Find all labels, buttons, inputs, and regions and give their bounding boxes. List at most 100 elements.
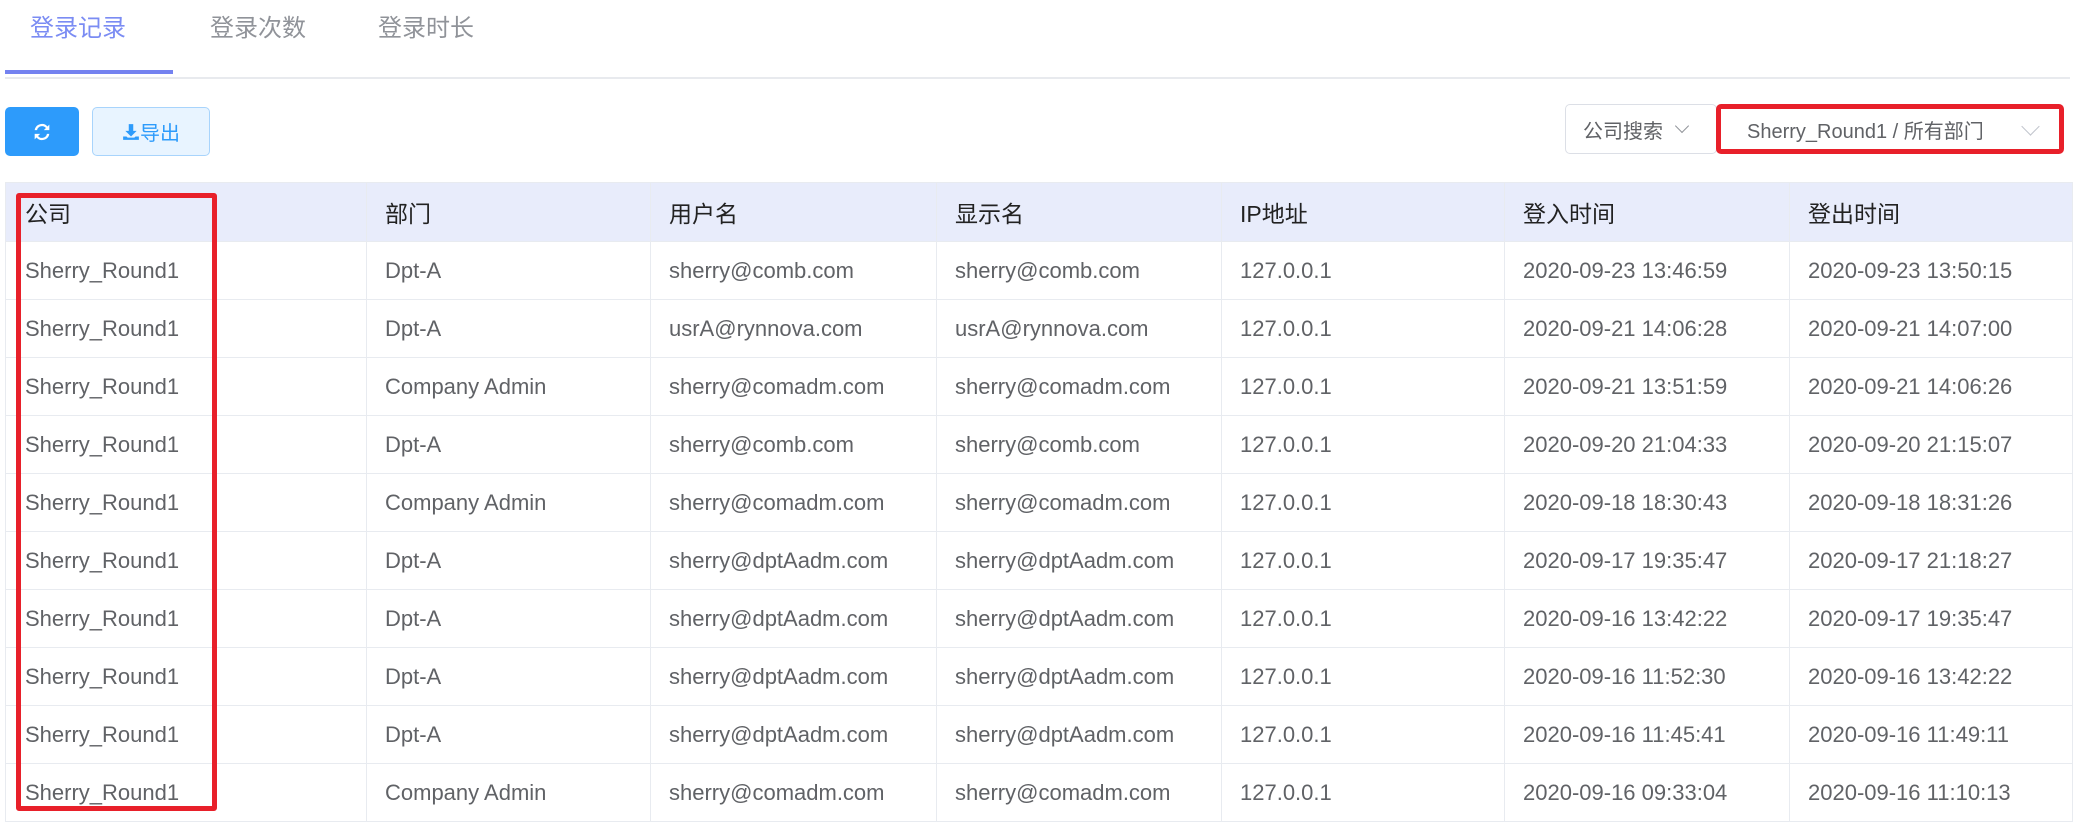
table-row[interactable]: Sherry_Round1 Dpt-A sherry@comb.com sherry@…	[5, 415, 2073, 474]
table-cell: 2020-09-18 18:30:43	[1504, 473, 1790, 532]
table-cell: sherry@dptAadm.com	[936, 705, 1222, 764]
table-cell: 2020-09-17 19:35:47	[1789, 589, 2073, 648]
table-cell: Sherry_Round1	[5, 763, 367, 822]
table-cell: 127.0.0.1	[1221, 531, 1505, 590]
export-button[interactable]: 导出	[92, 107, 210, 156]
table-cell: sherry@comadm.com	[936, 763, 1222, 822]
table-cell: sherry@comb.com	[936, 415, 1222, 474]
table-row[interactable]: Sherry_Round1 Company Admin sherry@comadm.…	[5, 763, 2073, 822]
table-cell: 127.0.0.1	[1221, 473, 1505, 532]
table-cell: Dpt-A	[366, 589, 651, 648]
tab-login-count[interactable]: 登录次数	[210, 8, 306, 43]
table-cell: 2020-09-20 21:04:33	[1504, 415, 1790, 474]
table-cell: 2020-09-20 21:15:07	[1789, 415, 2073, 474]
table-cell: 2020-09-16 11:52:30	[1504, 647, 1790, 706]
table-cell: 2020-09-21 13:51:59	[1504, 357, 1790, 416]
chevron-down-icon	[1674, 118, 1690, 134]
table-cell: 2020-09-23 13:50:15	[1789, 241, 2073, 300]
table-row[interactable]: Sherry_Round1 Company Admin sherry@comadm.…	[5, 473, 2073, 532]
table-cell: sherry@comb.com	[936, 241, 1222, 300]
chevron-down-icon	[2021, 116, 2040, 136]
table-cell: Sherry_Round1	[5, 647, 367, 706]
table-cell: sherry@comadm.com	[936, 357, 1222, 416]
table-cell: 127.0.0.1	[1221, 589, 1505, 648]
tab-login-duration[interactable]: 登录时长	[378, 8, 474, 43]
table-cell: usrA@rynnova.com	[936, 299, 1222, 358]
scope-value: Sherry_Round1 / 所有部门	[1747, 120, 1984, 143]
table-cell: Sherry_Round1	[5, 415, 367, 474]
table-cell: 2020-09-21 14:06:28	[1504, 299, 1790, 358]
table-cell: Dpt-A	[366, 241, 651, 300]
table-cell: Sherry_Round1	[5, 589, 367, 648]
table-row[interactable]: Sherry_Round1 Dpt-A sherry@dptAadm.com sher…	[5, 589, 2073, 648]
table-cell: 2020-09-17 21:18:27	[1789, 531, 2073, 590]
table-cell: sherry@comb.com	[650, 415, 937, 474]
active-tab-indicator	[5, 70, 173, 74]
table-cell: 127.0.0.1	[1221, 299, 1505, 358]
table-cell: 2020-09-16 13:42:22	[1789, 647, 2073, 706]
table-cell: sherry@dptAadm.com	[650, 589, 937, 648]
table-cell: Sherry_Round1	[5, 357, 367, 416]
refresh-icon	[34, 123, 50, 140]
table-cell: 127.0.0.1	[1221, 415, 1505, 474]
table-cell: 2020-09-21 14:06:26	[1789, 357, 2073, 416]
company-search-select[interactable]: 公司搜索	[1565, 104, 1717, 154]
table-cell: Dpt-A	[366, 299, 651, 358]
company-department-cascader[interactable]: Sherry_Round1 / 所有部门	[1716, 104, 2064, 154]
table-cell: Sherry_Round1	[5, 705, 367, 764]
column-header: IP地址	[1221, 182, 1505, 242]
table-cell: Company Admin	[366, 763, 651, 822]
table-cell: 127.0.0.1	[1221, 241, 1505, 300]
table-row[interactable]: Sherry_Round1 Dpt-A sherry@comb.com sherry@…	[5, 241, 2073, 300]
table-cell: 2020-09-16 13:42:22	[1504, 589, 1790, 648]
table-cell: Dpt-A	[366, 705, 651, 764]
table-cell: sherry@comadm.com	[650, 473, 937, 532]
table-cell: Sherry_Round1	[5, 299, 367, 358]
refresh-button[interactable]	[5, 107, 79, 156]
table-cell: Company Admin	[366, 357, 651, 416]
table-cell: 127.0.0.1	[1221, 647, 1505, 706]
table-cell: Sherry_Round1	[5, 241, 367, 300]
table-cell: Sherry_Round1	[5, 473, 367, 532]
table-cell: 2020-09-16 11:10:13	[1789, 763, 2073, 822]
table-row[interactable]: Sherry_Round1 Dpt-A sherry@dptAadm.com sher…	[5, 647, 2073, 706]
table-cell: sherry@comadm.com	[936, 473, 1222, 532]
table-cell: Dpt-A	[366, 531, 651, 590]
table-cell: sherry@comadm.com	[650, 357, 937, 416]
column-header: 部门	[366, 182, 651, 242]
table-cell: 127.0.0.1	[1221, 357, 1505, 416]
table-cell: 2020-09-17 19:35:47	[1504, 531, 1790, 590]
column-header: 显示名	[936, 182, 1222, 242]
tab-bar: 登录记录 登录次数 登录时长	[5, 0, 2070, 79]
table-cell: sherry@dptAadm.com	[936, 531, 1222, 590]
column-header: 用户名	[650, 182, 937, 242]
column-header: 公司	[5, 182, 367, 242]
table-header: 公司 部门 用户名 显示名 IP地址 登入时间 登出时间	[5, 182, 2073, 242]
export-label: 导出	[140, 123, 180, 145]
table-cell: 2020-09-21 14:07:00	[1789, 299, 2073, 358]
table-cell: sherry@dptAadm.com	[650, 647, 937, 706]
table-cell: 2020-09-16 11:45:41	[1504, 705, 1790, 764]
table-cell: 127.0.0.1	[1221, 763, 1505, 822]
table-cell: Dpt-A	[366, 415, 651, 474]
table-row[interactable]: Sherry_Round1 Dpt-A sherry@dptAadm.com sher…	[5, 705, 2073, 764]
table-cell: sherry@comb.com	[650, 241, 937, 300]
table-cell: 127.0.0.1	[1221, 705, 1505, 764]
tab-login-records[interactable]: 登录记录	[30, 8, 126, 43]
table-cell: 2020-09-18 18:31:26	[1789, 473, 2073, 532]
table-cell: 2020-09-16 11:49:11	[1789, 705, 2073, 764]
table-row[interactable]: Sherry_Round1 Dpt-A usrA@rynnova.com usrA@r…	[5, 299, 2073, 358]
table-cell: sherry@dptAadm.com	[936, 647, 1222, 706]
table-row[interactable]: Sherry_Round1 Company Admin sherry@comadm.…	[5, 357, 2073, 416]
table-cell: Company Admin	[366, 473, 651, 532]
table-cell: sherry@comadm.com	[650, 763, 937, 822]
column-header: 登出时间	[1789, 182, 2073, 242]
table-row[interactable]: Sherry_Round1 Dpt-A sherry@dptAadm.com sher…	[5, 531, 2073, 590]
table-cell: Sherry_Round1	[5, 531, 367, 590]
table-cell: usrA@rynnova.com	[650, 299, 937, 358]
table-cell: sherry@dptAadm.com	[936, 589, 1222, 648]
table-cell: sherry@dptAadm.com	[650, 531, 937, 590]
column-header: 登入时间	[1504, 182, 1790, 242]
table-cell: Dpt-A	[366, 647, 651, 706]
company-search-label: 公司搜索	[1583, 120, 1663, 143]
